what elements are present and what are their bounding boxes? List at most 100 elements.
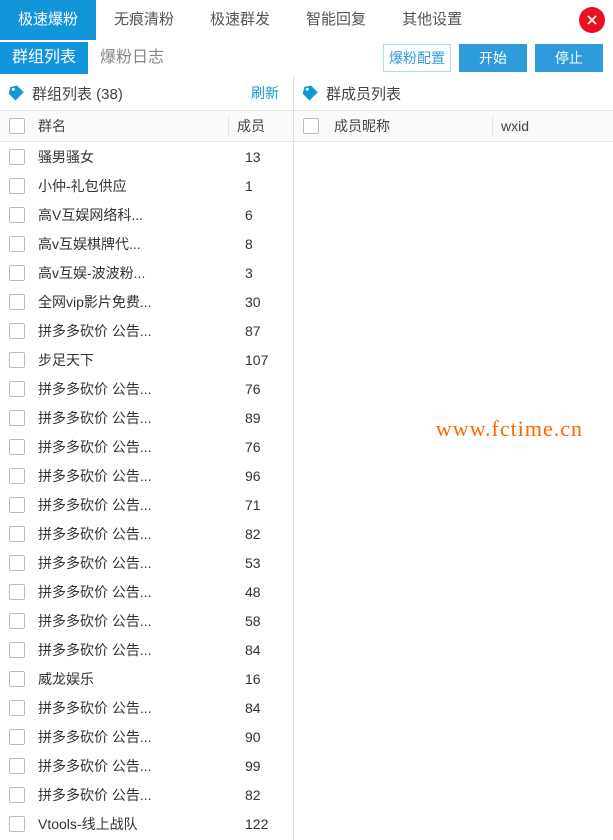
row-name: 拼多多砍价 公告... xyxy=(34,698,237,718)
sub-header: 群组列表爆粉日志 爆粉配置 开始 停止 xyxy=(0,40,613,76)
row-checkbox[interactable] xyxy=(9,700,25,716)
start-button[interactable]: 开始 xyxy=(459,44,527,72)
row-name: 拼多多砍价 公告... xyxy=(34,524,237,544)
tag-icon xyxy=(8,84,26,102)
row-name: 小仲-礼包供应 xyxy=(34,176,237,196)
row-count: 122 xyxy=(237,816,293,832)
table-row[interactable]: 全网vip影片免费...30 xyxy=(0,287,293,316)
row-name: 骚男骚女 xyxy=(34,147,237,167)
row-checkbox[interactable] xyxy=(9,671,25,687)
row-checkbox[interactable] xyxy=(9,497,25,513)
row-checkbox[interactable] xyxy=(9,613,25,629)
right-pane: 群成员列表 成员昵称 wxid www.fctime.cn xyxy=(294,76,613,840)
table-row[interactable]: Vtools-线上战队122 xyxy=(0,809,293,838)
top-tab-0[interactable]: 极速爆粉 xyxy=(0,0,96,40)
row-checkbox[interactable] xyxy=(9,555,25,571)
row-name: 拼多多砍价 公告... xyxy=(34,582,237,602)
row-checkbox[interactable] xyxy=(9,178,25,194)
row-checkbox[interactable] xyxy=(9,729,25,745)
table-row[interactable]: 拼多多砍价 公告...99 xyxy=(0,751,293,780)
row-count: 76 xyxy=(237,381,293,397)
table-row[interactable]: 拼多多砍价 公告...90 xyxy=(0,722,293,751)
row-checkbox[interactable] xyxy=(9,816,25,832)
row-name: 拼多多砍价 公告... xyxy=(34,640,237,660)
row-checkbox[interactable] xyxy=(9,207,25,223)
row-name: 拼多多砍价 公告... xyxy=(34,611,237,631)
row-count: 99 xyxy=(237,758,293,774)
sub-tab-0[interactable]: 群组列表 xyxy=(0,42,88,74)
table-row[interactable]: 拼多多砍价 公告...84 xyxy=(0,635,293,664)
row-checkbox[interactable] xyxy=(9,236,25,252)
select-all-members-checkbox[interactable] xyxy=(303,118,319,134)
row-count: 13 xyxy=(237,149,293,165)
col-member-nick[interactable]: 成员昵称 xyxy=(328,116,493,136)
table-row[interactable]: 高v互娱-波波粉...3 xyxy=(0,258,293,287)
table-row[interactable]: 拼多多砍价 公告...82 xyxy=(0,519,293,548)
col-group-name[interactable]: 群名 xyxy=(34,116,229,136)
row-checkbox[interactable] xyxy=(9,642,25,658)
row-count: 90 xyxy=(237,729,293,745)
row-checkbox[interactable] xyxy=(9,584,25,600)
row-name: 拼多多砍价 公告... xyxy=(34,756,237,776)
table-row[interactable]: 拼多多砍价 公告...84 xyxy=(0,693,293,722)
row-checkbox[interactable] xyxy=(9,323,25,339)
row-checkbox[interactable] xyxy=(9,439,25,455)
top-tab-2[interactable]: 极速群发 xyxy=(192,0,288,40)
table-row[interactable]: 拼多多砍价 公告...76 xyxy=(0,432,293,461)
row-checkbox[interactable] xyxy=(9,294,25,310)
table-row[interactable]: 拼多多砍价 公告...76 xyxy=(0,374,293,403)
row-count: 84 xyxy=(237,700,293,716)
table-row[interactable]: 拼多多砍价 公告...89 xyxy=(0,403,293,432)
row-name: Vtools-线上战队 xyxy=(34,814,237,834)
table-row[interactable]: 拼多多砍价 公告...71 xyxy=(0,490,293,519)
row-name: 拼多多砍价 公告... xyxy=(34,408,237,428)
table-row[interactable]: 威龙娱乐16 xyxy=(0,664,293,693)
action-buttons: 爆粉配置 开始 停止 xyxy=(383,44,613,72)
stop-button[interactable]: 停止 xyxy=(535,44,603,72)
row-name: 拼多多砍价 公告... xyxy=(34,495,237,515)
row-checkbox[interactable] xyxy=(9,787,25,803)
col-wxid[interactable]: wxid xyxy=(493,118,613,134)
table-row[interactable]: 拼多多砍价 公告...96 xyxy=(0,461,293,490)
row-checkbox[interactable] xyxy=(9,149,25,165)
top-tab-1[interactable]: 无痕清粉 xyxy=(96,0,192,40)
member-table-head: 成员昵称 wxid xyxy=(294,110,613,142)
right-title-row: 群成员列表 xyxy=(294,76,613,110)
table-row[interactable]: 高V互娱网络科...6 xyxy=(0,200,293,229)
table-row[interactable]: 步足天下107 xyxy=(0,345,293,374)
row-checkbox[interactable] xyxy=(9,526,25,542)
row-checkbox[interactable] xyxy=(9,265,25,281)
row-count: 82 xyxy=(237,526,293,542)
table-row[interactable]: 拼多多砍价 公告...48 xyxy=(0,577,293,606)
row-checkbox[interactable] xyxy=(9,381,25,397)
row-count: 87 xyxy=(237,323,293,339)
top-tabs: 极速爆粉无痕清粉极速群发智能回复其他设置 xyxy=(0,0,613,40)
table-row[interactable]: 拼多多砍价 公告...58 xyxy=(0,606,293,635)
table-row[interactable]: 高v互娱棋牌代...8 xyxy=(0,229,293,258)
row-name: 拼多多砍价 公告... xyxy=(34,466,237,486)
row-name: 全网vip影片免费... xyxy=(34,292,237,312)
row-checkbox[interactable] xyxy=(9,468,25,484)
row-name: 高v互娱棋牌代... xyxy=(34,234,237,254)
row-name: 拼多多砍价 公告... xyxy=(34,727,237,747)
refresh-link[interactable]: 刷新 xyxy=(251,83,285,103)
table-row[interactable]: 骚男骚女13 xyxy=(0,142,293,171)
row-count: 89 xyxy=(237,410,293,426)
row-checkbox[interactable] xyxy=(9,758,25,774)
group-list[interactable]: 骚男骚女13小仲-礼包供应1高V互娱网络科...6高v互娱棋牌代...8高v互娱… xyxy=(0,142,293,840)
top-tab-4[interactable]: 其他设置 xyxy=(384,0,480,40)
row-count: 96 xyxy=(237,468,293,484)
table-row[interactable]: 拼多多砍价 公告...82 xyxy=(0,780,293,809)
row-checkbox[interactable] xyxy=(9,410,25,426)
select-all-groups-checkbox[interactable] xyxy=(9,118,25,134)
table-row[interactable]: 小仲-礼包供应1 xyxy=(0,171,293,200)
table-row[interactable]: 拼多多砍价 公告...53 xyxy=(0,548,293,577)
config-button[interactable]: 爆粉配置 xyxy=(383,44,451,72)
top-tab-3[interactable]: 智能回复 xyxy=(288,0,384,40)
col-member-count[interactable]: 成员 xyxy=(229,116,293,136)
left-title-row: 群组列表 (38) 刷新 xyxy=(0,76,293,110)
table-row[interactable]: 拼多多砍价 公告...87 xyxy=(0,316,293,345)
row-checkbox[interactable] xyxy=(9,352,25,368)
sub-tab-1[interactable]: 爆粉日志 xyxy=(88,42,176,74)
close-icon[interactable] xyxy=(579,7,605,33)
